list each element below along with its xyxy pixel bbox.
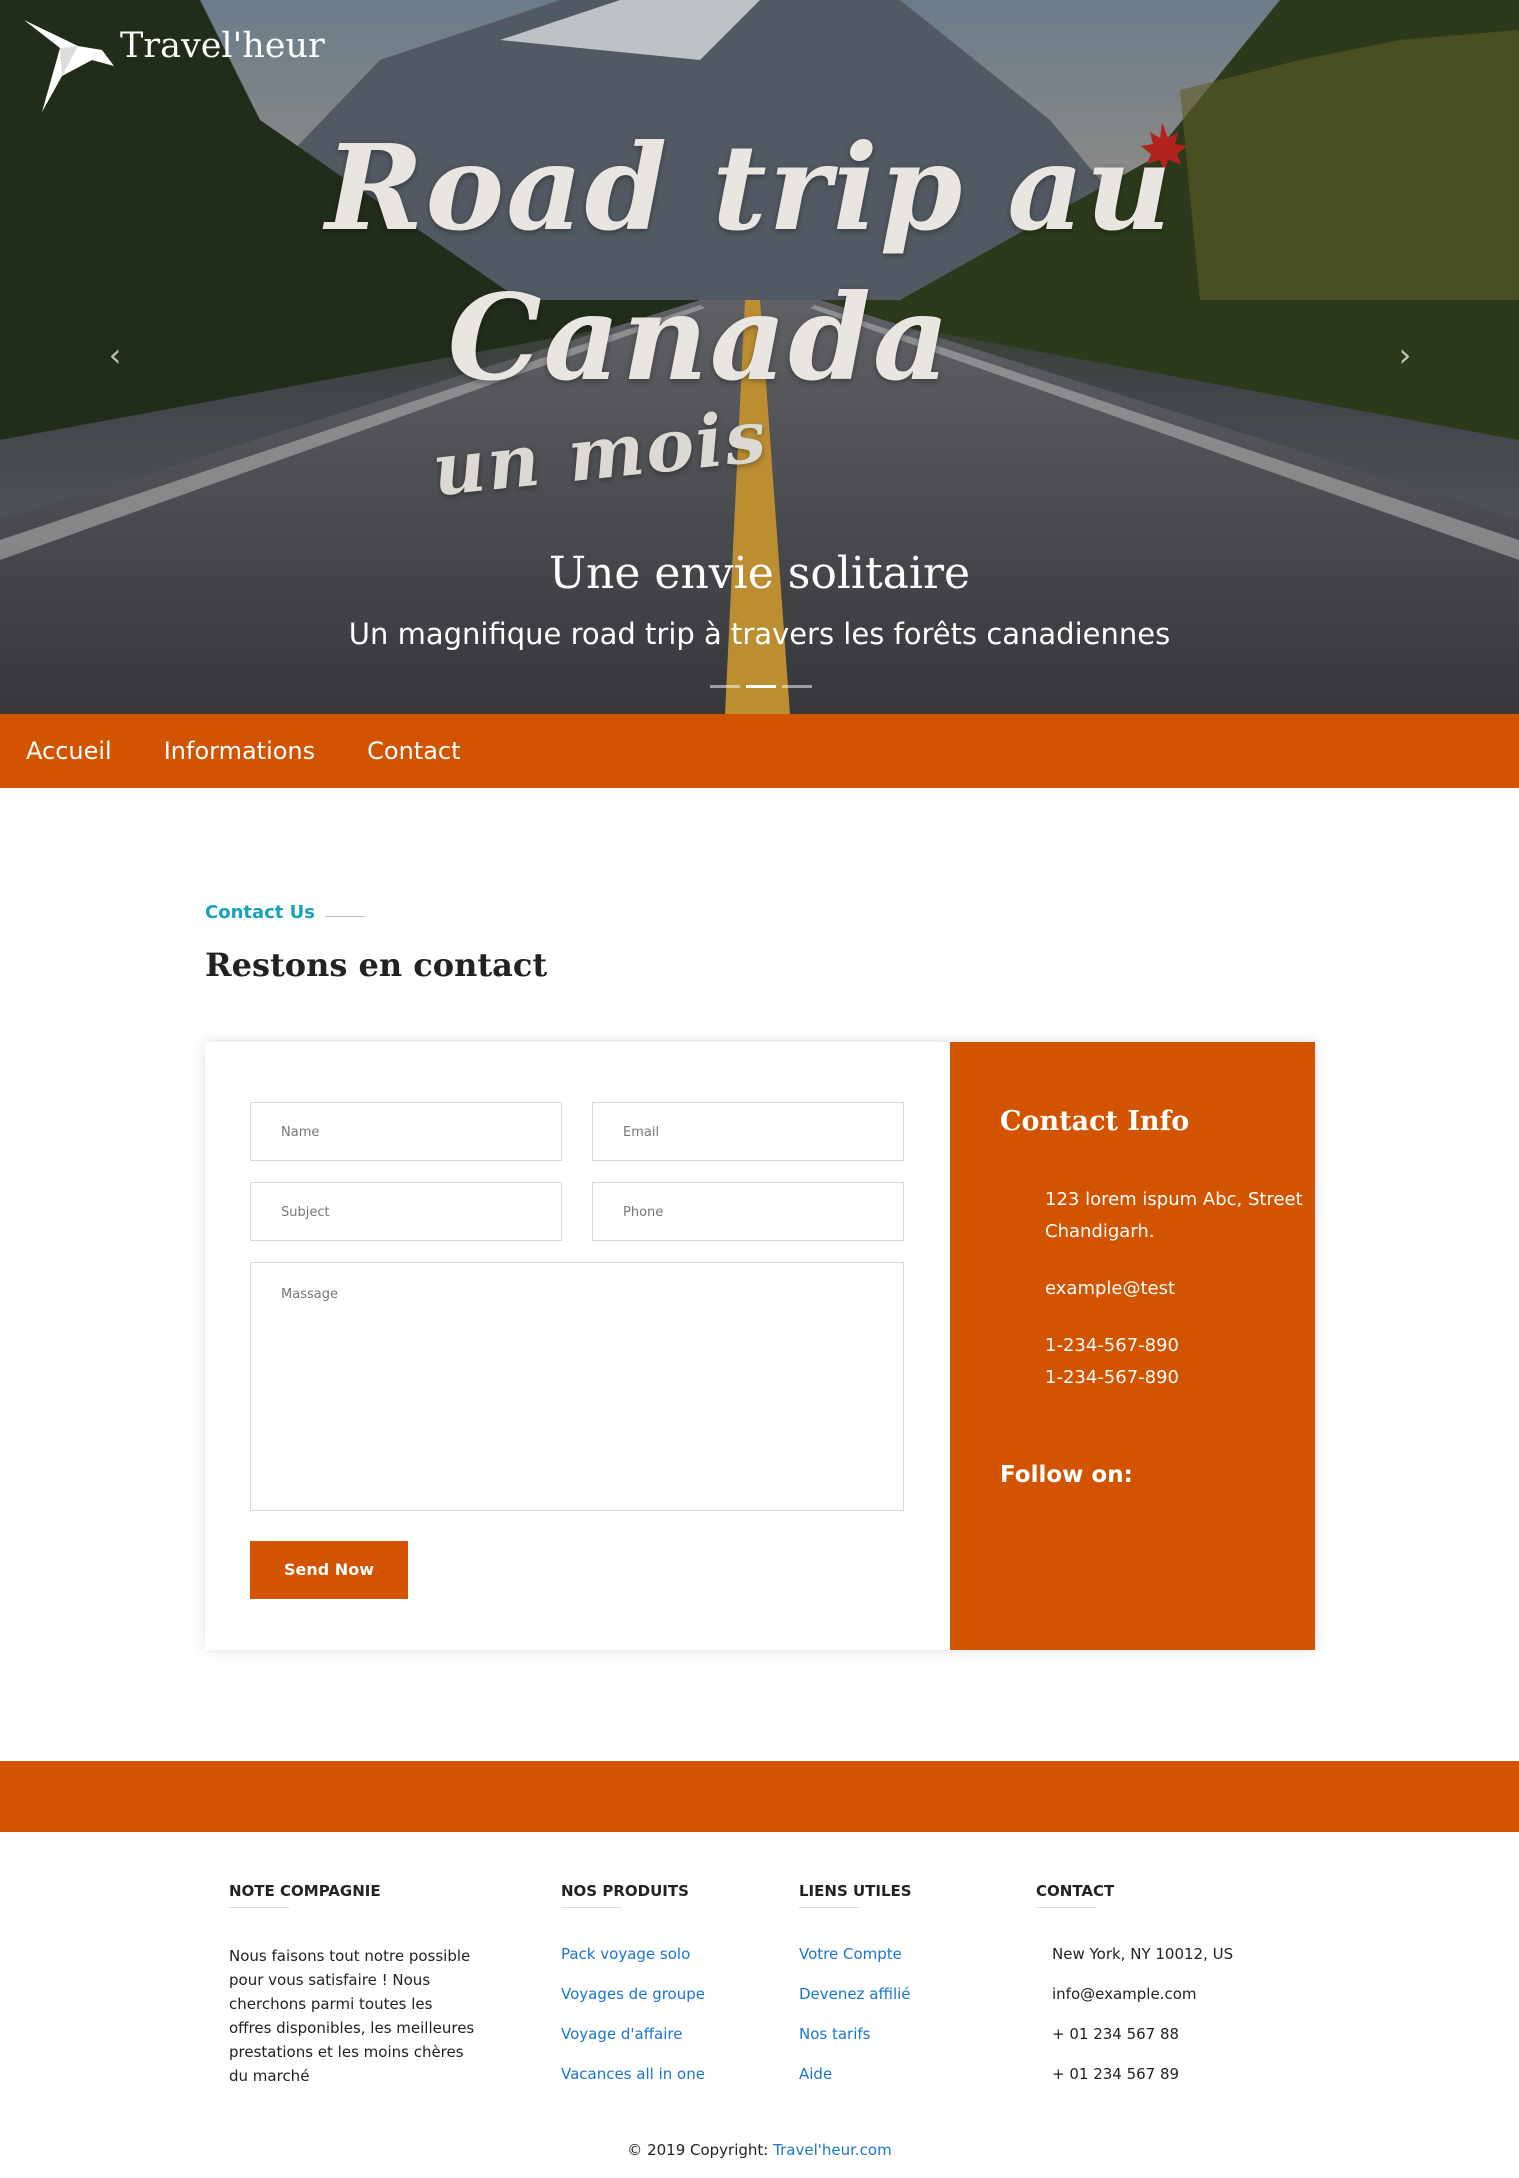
footer-phone-1: + 01 234 567 88: [1052, 2025, 1180, 2043]
section-title: Restons en contact: [205, 946, 548, 984]
footer-useful-col: LIENS UTILES Votre Compte Devenez affili…: [799, 1882, 912, 2104]
contact-info-title: Contact Info: [1000, 1106, 1190, 1137]
footer-link-nos-tarifs[interactable]: Nos tarifs: [799, 2024, 912, 2044]
contact-eyebrow: Contact Us: [205, 902, 366, 923]
eyebrow-divider: [325, 916, 366, 917]
name-field[interactable]: Name: [250, 1102, 562, 1161]
origami-bird-icon: [24, 20, 114, 112]
nav-item-contact[interactable]: Contact: [367, 737, 460, 765]
carousel-caption-subtitle: Un magnifique road trip à travers les fo…: [348, 617, 1171, 651]
carousel-indicator-2[interactable]: [746, 685, 776, 688]
hero-carousel: Road trip au Canada un mois Travel'heur …: [0, 0, 1519, 714]
phone-field[interactable]: Phone: [592, 1182, 904, 1241]
footer-email: info@example.com: [1052, 1985, 1197, 2003]
address-line-1: 123 lorem ispum Abc, Street: [1045, 1189, 1303, 1210]
carousel-next-arrow-icon[interactable]: ›: [1390, 339, 1420, 371]
copyright-link[interactable]: Travel'heur.com: [773, 2141, 892, 2159]
info-email: example@test: [1045, 1278, 1176, 1299]
carousel-indicators: [710, 685, 812, 688]
brand-logo[interactable]: Travel'heur: [22, 20, 325, 112]
info-phone-2: 1-234-567-890: [1045, 1367, 1180, 1388]
footer-link-vacances-all-in-one[interactable]: Vacances all in one: [561, 2064, 705, 2084]
hero-image-text-2: Canada: [447, 268, 952, 407]
hero-image-text-1: Road trip au: [325, 118, 1174, 257]
footer-link-aide[interactable]: Aide: [799, 2064, 912, 2084]
brand-name: Travel'heur: [120, 26, 325, 66]
footer-products-col: NOS PRODUITS Pack voyage solo Voyages de…: [561, 1882, 705, 2104]
info-phone-1: 1-234-567-890: [1045, 1335, 1180, 1356]
footer-company-text: Nous faisons tout notre possible pour vo…: [229, 1947, 475, 2085]
footer-useful-heading: LIENS UTILES: [799, 1882, 912, 1908]
nav-item-accueil[interactable]: Accueil: [26, 737, 112, 765]
footer-products-heading: NOS PRODUITS: [561, 1882, 705, 1908]
carousel-prev-arrow-icon[interactable]: ‹: [100, 339, 130, 371]
follow-label: Follow on:: [1000, 1462, 1133, 1488]
email-field[interactable]: Email: [592, 1102, 904, 1161]
carousel-indicator-3[interactable]: [782, 685, 812, 688]
footer-contact-heading: CONTACT: [1036, 1882, 1233, 1908]
footer-social-band: [0, 1761, 1519, 1832]
carousel-caption-title: Une envie solitaire: [548, 548, 971, 599]
footer-company-heading: NOTE COMPAGNIE: [229, 1882, 479, 1908]
contact-info-panel: Contact Info 123 lorem ispum Abc, Street…: [950, 1042, 1315, 1650]
send-now-button[interactable]: Send Now: [250, 1541, 408, 1599]
footer-address: New York, NY 10012, US: [1052, 1945, 1234, 1963]
message-textarea[interactable]: Massage: [250, 1262, 904, 1511]
contact-card: Name Email Subject Phone Massage Send No…: [205, 1042, 1315, 1650]
footer-phone-2: + 01 234 567 89: [1052, 2065, 1180, 2083]
footer-link-voyages-groupe[interactable]: Voyages de groupe: [561, 1984, 705, 2004]
copyright: © 2019 Copyright: Travel'heur.com: [0, 2141, 1519, 2159]
address-line-2: Chandigarh.: [1045, 1221, 1155, 1242]
footer-link-voyage-affaire[interactable]: Voyage d'affaire: [561, 2024, 705, 2044]
footer-contact-col: CONTACT New York, NY 10012, US info@exam…: [1036, 1882, 1233, 2104]
nav-item-informations[interactable]: Informations: [164, 737, 315, 765]
footer-link-pack-voyage-solo[interactable]: Pack voyage solo: [561, 1944, 705, 1964]
carousel-indicator-1[interactable]: [710, 685, 740, 688]
copyright-prefix: © 2019 Copyright:: [627, 2141, 769, 2159]
contact-eyebrow-label: Contact Us: [205, 902, 316, 923]
footer-company-col: NOTE COMPAGNIE Nous faisons tout notre p…: [229, 1882, 479, 2088]
footer-link-votre-compte[interactable]: Votre Compte: [799, 1944, 912, 1964]
subject-field[interactable]: Subject: [250, 1182, 562, 1241]
main-nav: Accueil Informations Contact: [0, 714, 1519, 788]
footer-link-devenez-affilie[interactable]: Devenez affilié: [799, 1984, 912, 2004]
